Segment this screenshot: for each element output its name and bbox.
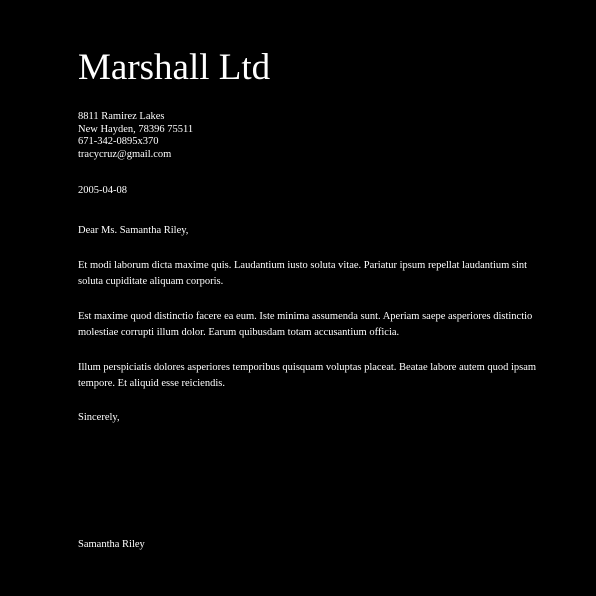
- company-name: Marshall Ltd: [78, 47, 271, 88]
- email-address: tracycruz@gmail.com: [78, 148, 172, 160]
- sender-contact-block: 8811 Ramirez Lakes New Hayden, 78396 755…: [78, 111, 193, 161]
- address-line-2: New Hayden, 78396 75511: [78, 123, 194, 135]
- salutation: Dear Ms. Samantha Riley,: [78, 225, 189, 236]
- body-paragraph-2: Est maxime quod distinctio facere ea eum…: [78, 311, 533, 338]
- body-paragraph-3: Illum perspiciatis dolores asperiores te…: [78, 362, 537, 389]
- address-line-1: 8811 Ramirez Lakes: [78, 111, 165, 122]
- phone-number: 671-342-0895x370: [78, 136, 159, 147]
- letter-date: 2005-04-08: [78, 185, 127, 196]
- signature-name: Samantha Riley: [78, 539, 145, 550]
- letter-page: Marshall Ltd 8811 Ramirez Lakes New Hayd…: [0, 0, 596, 596]
- closing: Sincerely,: [78, 412, 120, 423]
- body-paragraph-1: Et modi laborum dicta maxime quis. Lauda…: [78, 260, 528, 287]
